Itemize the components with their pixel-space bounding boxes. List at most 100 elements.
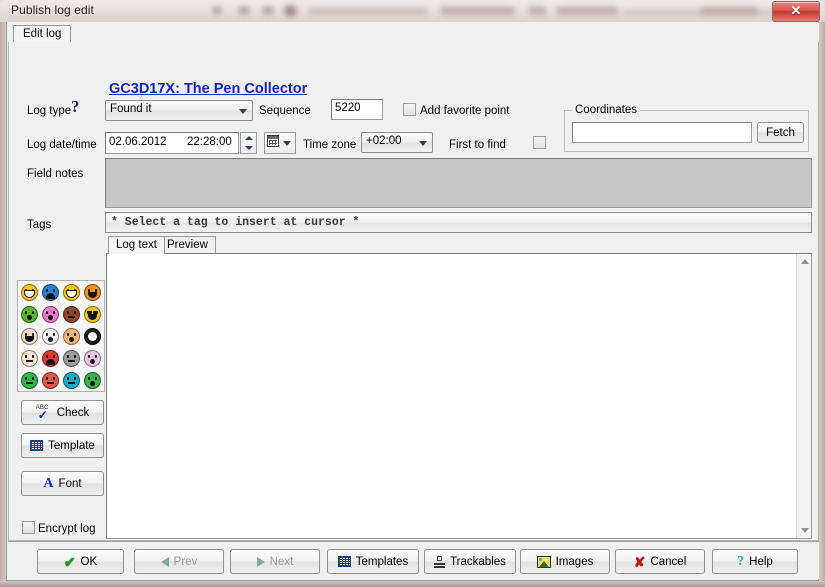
tab-edit-log[interactable]: Edit log xyxy=(13,25,72,43)
emoticon-tongue-green[interactable] xyxy=(84,372,101,389)
question-icon: ? xyxy=(737,553,745,569)
timezone-label: Time zone xyxy=(303,139,357,151)
font-button[interactable]: A Font xyxy=(21,471,104,496)
log-type-label: Log type xyxy=(27,105,72,117)
edit-log-panel: ? GC3D17X: The Pen Collector Log type Fo… xyxy=(8,42,819,541)
trackables-button-label: Trackables xyxy=(450,555,506,568)
add-favorite-point-label: Add favorite point xyxy=(420,105,510,117)
tab-log-text[interactable]: Log text xyxy=(108,236,165,254)
emoticon-neutral-gray[interactable] xyxy=(63,350,80,367)
tags-select[interactable]: * Select a tag to insert at cursor * xyxy=(105,212,812,233)
font-button-label: Font xyxy=(58,477,82,490)
close-button[interactable]: ✕ xyxy=(772,1,820,22)
field-notes-readonly xyxy=(105,158,812,208)
chevron-down-icon xyxy=(239,108,247,114)
templates-button[interactable]: Templates xyxy=(327,549,419,574)
emoticon-sleep-green[interactable] xyxy=(21,372,38,389)
cancel-button[interactable]: ✘ Cancel xyxy=(615,549,705,574)
tags-label: Tags xyxy=(27,219,52,231)
field-notes-label: Field notes xyxy=(27,168,84,180)
images-button-label: Images xyxy=(555,555,594,568)
emoticon-sad-blue[interactable] xyxy=(42,284,59,301)
templates-button-label: Templates xyxy=(355,555,409,568)
log-text-scrollbar[interactable] xyxy=(796,254,811,538)
emoticon-question-teal[interactable] xyxy=(63,372,80,389)
first-to-find-checkbox[interactable] xyxy=(533,136,546,149)
scroll-up-button[interactable] xyxy=(797,254,812,269)
publish-log-edit-window: Publish log edit ✕ Edit log ? GC3D17X: T… xyxy=(0,0,825,587)
log-date-value: 02.06.2012 xyxy=(109,136,167,148)
emoticon-dizzy[interactable] xyxy=(42,328,59,345)
dialog-button-bar: ✔ OK Prev Next Templates Trackables Imag… xyxy=(8,541,819,579)
cancel-button-label: Cancel xyxy=(650,555,687,568)
add-favorite-point-checkbox[interactable] xyxy=(403,103,416,116)
check-button-label: Check xyxy=(56,406,90,419)
emoticon-whistle[interactable] xyxy=(63,328,80,345)
scroll-down-button[interactable] xyxy=(797,523,812,538)
triangle-down-icon xyxy=(800,528,809,533)
tab-strip: Edit log xyxy=(8,23,819,43)
emoticon-palette[interactable] xyxy=(17,280,105,392)
next-button-label: Next xyxy=(269,555,294,568)
help-button[interactable]: ? Help xyxy=(712,549,798,574)
log-text-editor[interactable] xyxy=(106,253,812,539)
coordinates-input[interactable] xyxy=(572,122,752,143)
fetch-button[interactable]: Fetch xyxy=(757,122,804,143)
trackables-button[interactable]: Trackables xyxy=(424,549,516,574)
sequence-input[interactable]: 5220 xyxy=(331,99,383,120)
emoticon-wink-orange[interactable] xyxy=(84,284,101,301)
chevron-down-icon xyxy=(283,141,291,146)
prev-button[interactable]: Prev xyxy=(134,549,224,574)
spinner-up-icon xyxy=(244,136,253,140)
image-icon xyxy=(536,555,551,568)
emoticon-cool-sunglasses[interactable] xyxy=(84,306,101,323)
emoticon-devil[interactable] xyxy=(63,306,80,323)
question-mark-icon[interactable]: ? xyxy=(71,97,80,117)
sequence-label: Sequence xyxy=(259,105,311,117)
close-icon: ✕ xyxy=(790,3,802,18)
check-button[interactable]: ABC ✓ Check xyxy=(21,400,104,425)
tags-value: * Select a tag to insert at cursor * xyxy=(111,216,360,229)
emoticon-angry-red[interactable] xyxy=(42,350,59,367)
template-grid-icon xyxy=(30,440,44,451)
template-grid-icon xyxy=(337,556,351,567)
emoticon-sick-green[interactable] xyxy=(21,306,38,323)
log-datetime-field[interactable]: 02.06.2012 22:28:00 xyxy=(105,132,239,154)
spellcheck-icon: ABC ✓ xyxy=(35,405,49,422)
log-type-select[interactable]: Found it xyxy=(105,100,253,121)
calendar-icon xyxy=(267,135,279,147)
help-button-label: Help xyxy=(749,555,773,568)
emoticon-confused-red[interactable] xyxy=(42,372,59,389)
timezone-select[interactable]: +02:00 xyxy=(361,132,433,153)
prev-button-label: Prev xyxy=(173,555,198,568)
font-a-icon: A xyxy=(43,475,54,491)
datetime-spinner[interactable] xyxy=(240,132,257,154)
emoticon-embarrassed[interactable] xyxy=(21,350,38,367)
emoticon-smile-big[interactable] xyxy=(21,284,38,301)
emoticon-tongue-pink[interactable] xyxy=(84,350,101,367)
template-button[interactable]: Template xyxy=(21,433,104,458)
images-button[interactable]: Images xyxy=(520,549,610,574)
trackable-icon xyxy=(434,555,446,568)
window-titlebar: Publish log edit ✕ xyxy=(0,0,825,22)
encrypt-log-checkbox[interactable] xyxy=(22,521,35,534)
log-type-value: Found it xyxy=(110,103,152,115)
window-client-area: Edit log ? GC3D17X: The Pen Collector Lo… xyxy=(6,22,819,581)
next-button[interactable]: Next xyxy=(230,549,320,574)
ok-button[interactable]: ✔ OK xyxy=(37,549,124,574)
cache-name-link[interactable]: GC3D17X: The Pen Collector xyxy=(109,81,307,97)
arrow-left-icon xyxy=(160,556,169,567)
coordinates-group: Coordinates Fetch xyxy=(564,104,809,152)
fetch-button-label: Fetch xyxy=(766,126,795,139)
template-button-label: Template xyxy=(48,439,95,452)
window-bottom-border xyxy=(0,581,825,587)
emoticon-blush[interactable] xyxy=(21,328,38,345)
calendar-dropdown-button[interactable] xyxy=(264,132,296,154)
emoticon-eight-ball[interactable] xyxy=(84,328,101,345)
tab-preview[interactable]: Preview xyxy=(159,236,216,254)
emoticon-grin[interactable] xyxy=(63,284,80,301)
window-right-border xyxy=(819,22,825,581)
encrypt-log-label: Encrypt log xyxy=(38,523,96,535)
triangle-up-icon xyxy=(800,259,809,264)
emoticon-surprised-pink[interactable] xyxy=(42,306,59,323)
